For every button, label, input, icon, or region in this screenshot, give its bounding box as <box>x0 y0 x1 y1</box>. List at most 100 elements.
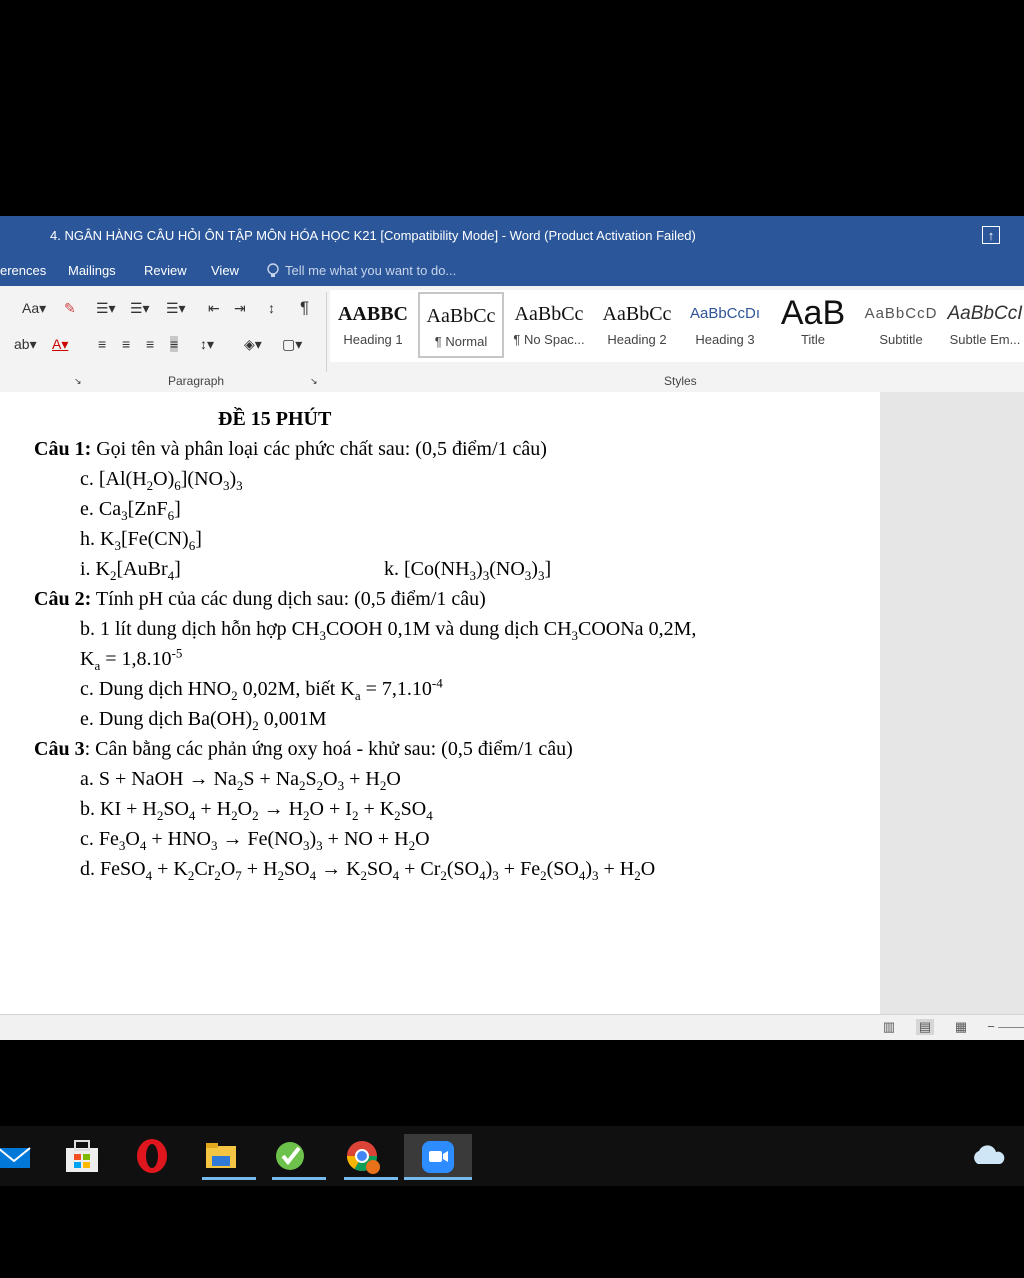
paragraph-dialog-launcher-icon[interactable]: ↘ <box>310 376 318 387</box>
style-name: Heading 1 <box>343 332 403 347</box>
q1-item-c: c. [Al(H2O)6](NO3)3 <box>80 468 243 493</box>
style-name: ¶ Normal <box>434 334 488 349</box>
change-case-button[interactable]: Aa▾ <box>22 300 46 317</box>
align-right-icon[interactable]: ≡ <box>146 336 154 352</box>
style-normal[interactable]: AaBbCc ¶ Normal <box>418 292 504 358</box>
style-preview: AABBC <box>337 303 408 325</box>
style-name: Title <box>800 332 826 347</box>
increase-indent-icon[interactable]: ⇥ <box>234 300 246 317</box>
tab-review[interactable]: Review <box>144 263 187 278</box>
line-spacing-icon[interactable]: ↕▾ <box>200 336 214 353</box>
active-indicator <box>272 1177 326 1180</box>
q2-item-c: c. Dung dịch HNO2 0,02M, biết Ka = 7,1.1… <box>80 675 443 703</box>
q2-item-e: e. Dung dịch Ba(OH)2 0,001M <box>80 708 327 733</box>
tab-view[interactable]: View <box>211 263 239 278</box>
screen-bottom-border <box>0 1040 1024 1126</box>
align-left-icon[interactable]: ≡ <box>98 336 106 352</box>
app-icon[interactable] <box>268 1134 326 1180</box>
style-preview: AaBbCc <box>514 303 584 325</box>
q2-item-b-ka: Ka = 1,8.10-5 <box>80 645 183 673</box>
question-3: Câu 3: Cân bằng các phản ứng oxy hoá - k… <box>34 734 864 764</box>
style-preview: AaBbCc <box>602 303 672 325</box>
window-title: 4. NGÂN HÀNG CÂU HỎI ÔN TẬP MÔN HÓA HỌC … <box>50 228 696 243</box>
show-formatting-icon[interactable]: ¶ <box>300 298 309 318</box>
file-explorer-icon[interactable] <box>198 1134 256 1180</box>
q2-item-b: b. 1 lít dung dịch hỗn hợp CH3COOH 0,1M … <box>80 618 697 643</box>
ribbon-display-options-icon[interactable]: ↑ <box>982 226 1000 244</box>
print-layout-icon[interactable]: ▤ <box>916 1019 934 1035</box>
numbering-icon[interactable]: ☰▾ <box>130 300 150 317</box>
align-center-icon[interactable]: ≡ <box>122 336 130 352</box>
question-label: Câu 3 <box>34 738 85 760</box>
style-preview: AaBbCcD <box>864 305 938 322</box>
style-preview: AaBbCc <box>426 305 496 327</box>
opera-icon[interactable] <box>130 1134 178 1180</box>
bullets-icon[interactable]: ☰▾ <box>96 300 116 317</box>
q1-item-e: e. Ca3[ZnF6] <box>80 498 181 523</box>
q1-item-k: k. [Co(NH3)3(NO3)3] <box>384 558 552 583</box>
style-subtitle[interactable]: AaBbCcD Subtitle <box>858 292 944 358</box>
question-2: Câu 2: Tính pH của các dung dịch sau: (0… <box>34 584 864 614</box>
document-content: ĐỀ 15 PHÚT Câu 1: Gọi tên và phân loại c… <box>34 404 864 884</box>
q1-item-h: h. K3[Fe(CN)6] <box>80 528 202 553</box>
zoom-icon[interactable] <box>404 1134 472 1180</box>
style-heading-2[interactable]: AaBbCc Heading 2 <box>594 292 680 358</box>
group-separator <box>326 292 327 372</box>
title-bar: 4. NGÂN HÀNG CÂU HỎI ÔN TẬP MÔN HÓA HỌC … <box>0 216 1024 256</box>
question-text: Tính pH của các dung dịch sau: (0,5 điểm… <box>91 588 486 610</box>
multilevel-list-icon[interactable]: ☰▾ <box>166 300 186 317</box>
screen-bottom-black <box>0 1186 1024 1278</box>
q1-items-i-k: i. K2[AuBr4] k. [Co(NH3)3(NO3)3] <box>34 554 864 584</box>
read-mode-icon[interactable]: ▥ <box>880 1019 898 1035</box>
taskbar <box>0 1126 1024 1186</box>
borders-icon[interactable]: ▢▾ <box>282 336 302 353</box>
highlight-icon[interactable]: ab▾ <box>14 336 37 353</box>
justify-icon[interactable]: ≡ <box>170 336 179 352</box>
q3-item-c: c. Fe3O4 + HNO3 → Fe(NO3)3 + NO + H2O <box>80 828 430 853</box>
question-text: Gọi tên và phân loại các phức chất sau: … <box>91 438 547 460</box>
ribbon: Aa▾ ✎ ☰▾ ☰▾ ☰▾ ⇤ ⇥ ↕ ¶ ab▾ A▾ ≡ ≡ ≡ ≡ ↕▾… <box>0 286 1024 393</box>
zoom-slider[interactable] <box>998 1027 1024 1028</box>
question-label: Câu 1: <box>34 438 92 460</box>
style-heading-1[interactable]: AABBC Heading 1 <box>330 292 416 358</box>
active-indicator <box>404 1177 472 1180</box>
onedrive-icon[interactable] <box>970 1142 1006 1173</box>
active-indicator <box>344 1177 398 1180</box>
question-text: : Cân bằng các phản ứng oxy hoá - khử sa… <box>84 738 573 760</box>
style-name: Subtitle <box>879 332 923 347</box>
status-bar: ▥ ▤ ▦ − <box>0 1014 1024 1041</box>
question-label: Câu 2: <box>34 588 92 610</box>
style-preview: AaBbCcI <box>947 303 1023 324</box>
mail-icon[interactable] <box>0 1134 38 1180</box>
web-layout-icon[interactable]: ▦ <box>952 1019 970 1035</box>
store-icon[interactable] <box>60 1134 108 1180</box>
tab-mailings[interactable]: Mailings <box>68 263 116 278</box>
font-dialog-launcher-icon[interactable]: ↘ <box>74 376 82 387</box>
q3-item-a: a. S + NaOH → Na2S + Na2S2O3 + H2O <box>80 768 401 793</box>
document-page[interactable]: ĐỀ 15 PHÚT Câu 1: Gọi tên và phân loại c… <box>0 392 880 1014</box>
style-heading-3[interactable]: AaBbCcDı Heading 3 <box>682 292 768 358</box>
style-name: Heading 2 <box>607 332 667 347</box>
screen-top-border <box>0 0 1024 216</box>
styles-group-label: Styles <box>664 374 697 388</box>
tab-references[interactable]: erences <box>0 263 46 278</box>
paragraph-group-label: Paragraph <box>168 374 225 388</box>
style-subtle-emphasis[interactable]: AaBbCcI Subtle Em... <box>946 292 1024 358</box>
sort-icon[interactable]: ↕ <box>268 300 275 316</box>
q3-item-b: b. KI + H2SO4 + H2O2 → H2O + I2 + K2SO4 <box>80 798 433 823</box>
q3-item-d: d. FeSO4 + K2Cr2O7 + H2SO4 → K2SO4 + Cr2… <box>80 858 656 883</box>
style-preview: AaBbCcDı <box>689 305 761 322</box>
tell-me-input[interactable]: Tell me what you want to do... <box>285 263 456 278</box>
style-name: ¶ No Spac... <box>513 332 585 347</box>
clear-formatting-icon[interactable]: ✎ <box>64 300 76 317</box>
shading-icon[interactable]: ◈▾ <box>244 336 262 353</box>
decrease-indent-icon[interactable]: ⇤ <box>208 300 220 317</box>
exam-heading: ĐỀ 15 PHÚT <box>218 408 332 430</box>
active-indicator <box>202 1177 256 1180</box>
font-color-icon[interactable]: A▾ <box>52 336 68 353</box>
chrome-icon[interactable] <box>340 1134 398 1180</box>
style-no-spacing[interactable]: AaBbCc ¶ No Spac... <box>506 292 592 358</box>
styles-gallery: AABBC Heading 1 AaBbCc ¶ Normal AaBbCc ¶… <box>330 290 1024 362</box>
style-title[interactable]: AaB Title <box>770 292 856 358</box>
style-name: Heading 3 <box>695 332 755 347</box>
